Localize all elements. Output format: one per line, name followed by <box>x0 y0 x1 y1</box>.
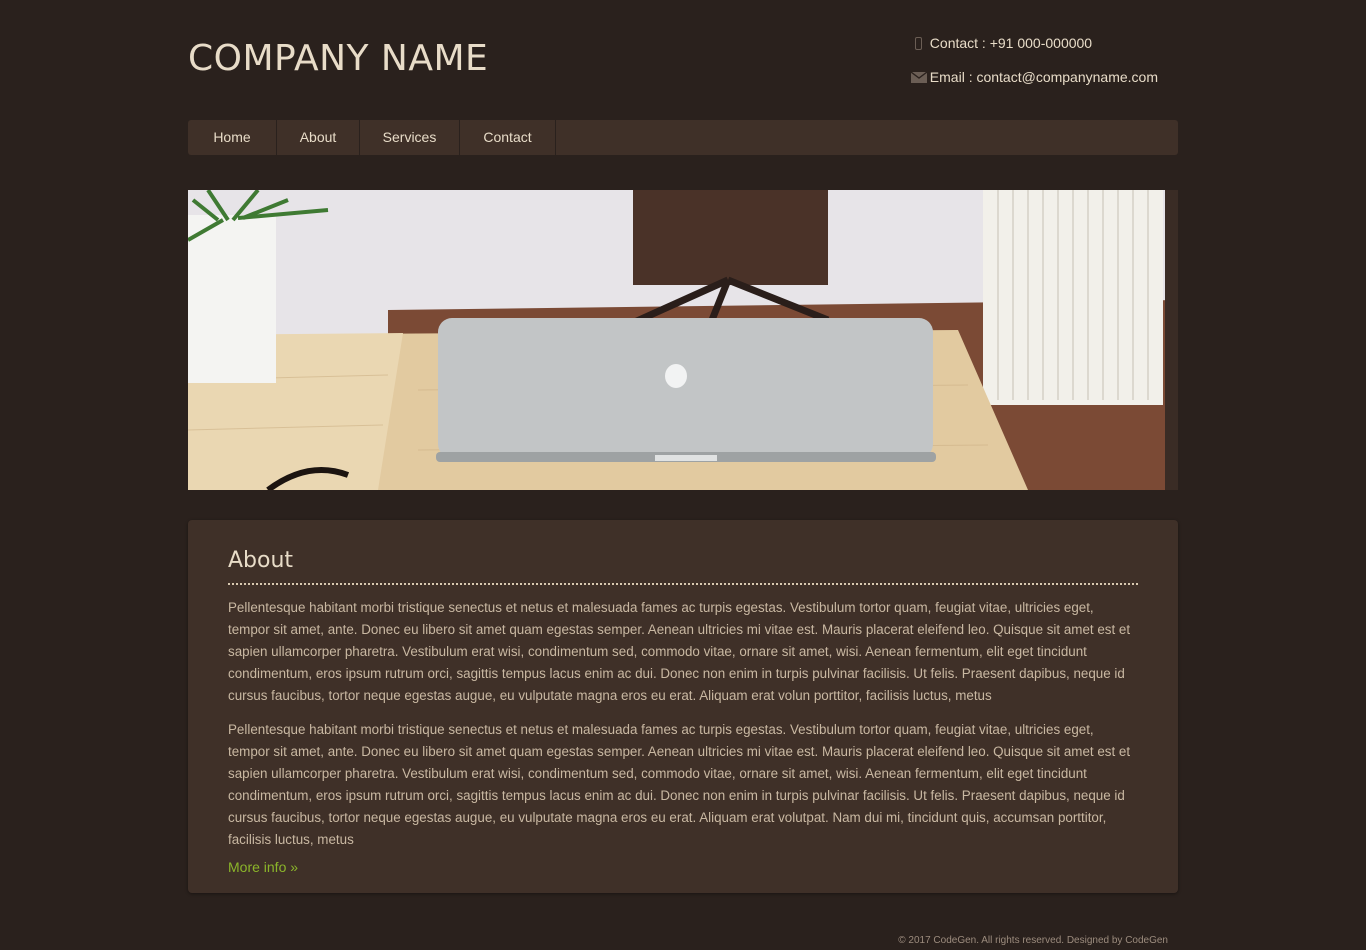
about-paragraph-1: Pellentesque habitant morbi tristique se… <box>228 600 1131 703</box>
contact-phone-row: Contact : +91 000-000000 <box>908 34 1158 52</box>
contact-email-row: Email : contact@companyname.com <box>908 68 1158 86</box>
mail-icon <box>908 71 930 83</box>
footer-text: © 2017 CodeGen. All rights reserved. Des… <box>898 935 1168 946</box>
contact-phone: Contact : +91 000-000000 <box>929 35 1093 51</box>
nav-item-services[interactable]: Services <box>360 120 460 155</box>
nav-item-home[interactable]: Home <box>188 120 277 155</box>
about-title: About <box>228 548 1138 585</box>
contact-email[interactable]: Email : contact@companyname.com <box>930 69 1158 85</box>
hero-image <box>188 190 1178 490</box>
main-nav: Home About Services Contact <box>188 120 1178 155</box>
about-paragraph-2: Pellentesque habitant morbi tristique se… <box>228 722 1131 847</box>
nav-item-about[interactable]: About <box>277 120 360 155</box>
more-info-link[interactable]: More info » <box>228 859 298 875</box>
contact-info: Contact : +91 000-000000 Email : contact… <box>908 34 1158 102</box>
phone-icon <box>908 36 930 50</box>
about-panel: About Pellentesque habitant morbi tristi… <box>188 520 1178 893</box>
nav-item-contact[interactable]: Contact <box>460 120 556 155</box>
hero-illustration <box>188 190 1178 490</box>
company-name[interactable]: COMPANY NAME <box>188 38 488 79</box>
page: COMPANY NAME Contact : +91 000-000000 Em… <box>188 0 1178 950</box>
